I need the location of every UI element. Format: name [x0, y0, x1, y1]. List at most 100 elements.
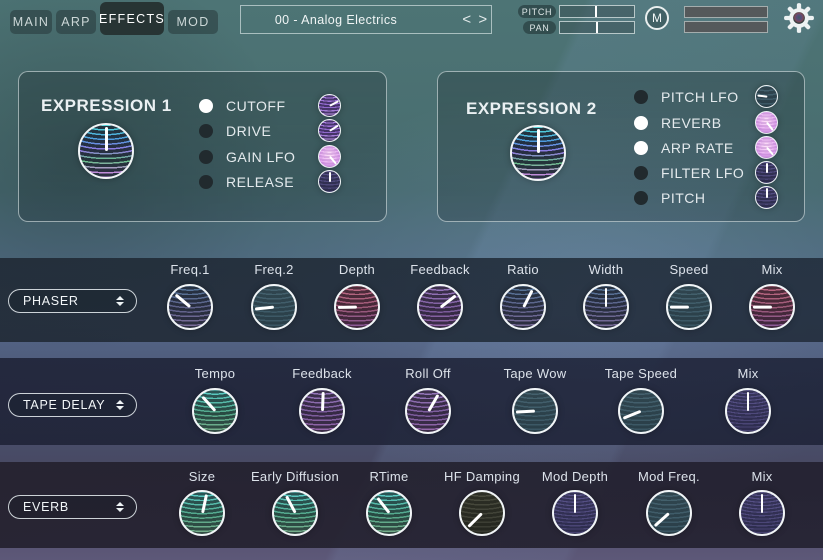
expression1-param-release: RELEASE: [199, 170, 341, 193]
knob-pointer: [605, 288, 608, 307]
pitch-slider-handle[interactable]: [595, 6, 597, 17]
level-meter-bar-left: [684, 6, 768, 18]
radio-dot[interactable]: [634, 116, 648, 130]
expression2-knob[interactable]: [510, 125, 566, 181]
everb-size-knob[interactable]: [179, 490, 225, 536]
tab-effects[interactable]: EFFECTS: [100, 2, 164, 35]
everb-mod-depth-knob[interactable]: [552, 490, 598, 536]
tape-rolloff-knob[interactable]: [405, 388, 451, 434]
phaser-row: PHASER Freq.1 Freq.2 Depth Feedback Rati…: [0, 258, 823, 342]
knob-pointer: [427, 394, 439, 412]
gear-icon[interactable]: [783, 2, 815, 34]
knob-pointer: [522, 289, 533, 307]
pan-slider[interactable]: [559, 21, 635, 34]
pitch-slider[interactable]: [559, 5, 635, 18]
expression2-title: EXPRESSION 2: [466, 99, 597, 119]
phaser-freq2-knob[interactable]: [251, 284, 297, 330]
mute-button[interactable]: M: [645, 6, 669, 30]
arp-rate-mini-knob[interactable]: [755, 136, 778, 159]
radio-dot[interactable]: [634, 90, 648, 104]
everb-mix-knob[interactable]: [739, 490, 785, 536]
everb-row: EVERB Size Early Diffusion RTime HF Damp…: [0, 462, 823, 548]
knob-pointer: [201, 494, 207, 513]
filter-lfo-mini-knob[interactable]: [755, 161, 778, 184]
param-label: RELEASE: [226, 174, 318, 190]
effect2-selector[interactable]: TAPE DELAY: [8, 393, 137, 417]
radio-dot[interactable]: [199, 175, 213, 189]
tab-mod[interactable]: MOD: [168, 10, 218, 34]
knob-pointer: [467, 512, 482, 527]
expression1-knob[interactable]: [78, 123, 134, 179]
phaser-feedback-knob[interactable]: [417, 284, 463, 330]
chevron-updown-icon: [116, 296, 124, 306]
knob-pointer: [766, 188, 768, 198]
expression1-param-drive: DRIVE: [199, 119, 341, 142]
radio-dot[interactable]: [199, 124, 213, 138]
everb-hf-damping-knob[interactable]: [459, 490, 505, 536]
effect3-selector[interactable]: EVERB: [8, 495, 137, 519]
knob-label: Mix: [707, 262, 823, 277]
param-label: ARP RATE: [661, 140, 755, 156]
expression1-param-gain-lfo: GAIN LFO: [199, 145, 341, 168]
knob-pointer: [766, 122, 774, 131]
radio-dot[interactable]: [634, 166, 648, 180]
tape-speed-knob[interactable]: [618, 388, 664, 434]
radio-dot[interactable]: [634, 191, 648, 205]
knob-pointer: [747, 392, 750, 411]
knob-pointer: [753, 306, 772, 309]
radio-dot[interactable]: [634, 141, 648, 155]
param-label: CUTOFF: [226, 98, 318, 114]
phaser-depth-knob[interactable]: [334, 284, 380, 330]
expression1-title: EXPRESSION 1: [41, 96, 172, 116]
knob-pointer: [255, 306, 274, 311]
knob-pointer: [623, 410, 642, 420]
knob-pointer: [654, 512, 670, 527]
everb-mod-freq-knob[interactable]: [646, 490, 692, 536]
chevron-updown-icon: [116, 502, 124, 512]
knob-pointer: [105, 127, 108, 151]
preset-prev-button[interactable]: <: [459, 11, 475, 28]
gain-lfo-mini-knob[interactable]: [318, 145, 341, 168]
pan-slider-handle[interactable]: [596, 22, 598, 33]
effect1-selector[interactable]: PHASER: [8, 289, 137, 313]
pitch-mini-knob[interactable]: [755, 186, 778, 209]
param-label: DRIVE: [226, 123, 318, 139]
tape-feedback-knob[interactable]: [299, 388, 345, 434]
knob-pointer: [670, 306, 689, 309]
phaser-mix-knob[interactable]: [749, 284, 795, 330]
radio-dot[interactable]: [199, 99, 213, 113]
pan-label: PAN: [523, 21, 556, 34]
tape-mix-knob[interactable]: [725, 388, 771, 434]
knob-pointer: [766, 163, 768, 173]
tab-main[interactable]: MAIN: [10, 10, 52, 34]
phaser-freq1-knob[interactable]: [167, 284, 213, 330]
reverb-mini-knob[interactable]: [755, 111, 778, 134]
knob-pointer: [321, 392, 324, 411]
preset-selector[interactable]: 00 - Analog Electrics < >: [240, 5, 492, 34]
cutoff-mini-knob[interactable]: [318, 94, 341, 117]
preset-next-button[interactable]: >: [475, 11, 491, 28]
tape-wow-knob[interactable]: [512, 388, 558, 434]
expression2-param-arp-rate: ARP RATE: [634, 136, 778, 159]
release-mini-knob[interactable]: [318, 170, 341, 193]
everb-rtime-knob[interactable]: [366, 490, 412, 536]
phaser-speed-knob[interactable]: [666, 284, 712, 330]
phaser-ratio-knob[interactable]: [500, 284, 546, 330]
knob-pointer: [338, 306, 357, 309]
expression2-param-pitch-lfo: PITCH LFO: [634, 85, 778, 108]
pitch-lfo-mini-knob[interactable]: [755, 85, 778, 108]
drive-mini-knob[interactable]: [318, 119, 341, 142]
level-meter-bar-right: [684, 21, 768, 33]
radio-dot[interactable]: [199, 150, 213, 164]
knob-pointer: [757, 94, 767, 97]
everb-early-diffusion-knob[interactable]: [272, 490, 318, 536]
knob-label: Mix: [697, 469, 823, 484]
param-label: GAIN LFO: [226, 149, 318, 165]
expression1-param-cutoff: CUTOFF: [199, 94, 341, 117]
tape-tempo-knob[interactable]: [192, 388, 238, 434]
expression1-panel: EXPRESSION 1 CUTOFF DRIVE GAIN LFO: [18, 71, 387, 222]
knob-pointer: [574, 494, 577, 513]
tab-arp[interactable]: ARP: [56, 10, 96, 34]
phaser-width-knob[interactable]: [583, 284, 629, 330]
knob-pointer: [285, 495, 296, 513]
